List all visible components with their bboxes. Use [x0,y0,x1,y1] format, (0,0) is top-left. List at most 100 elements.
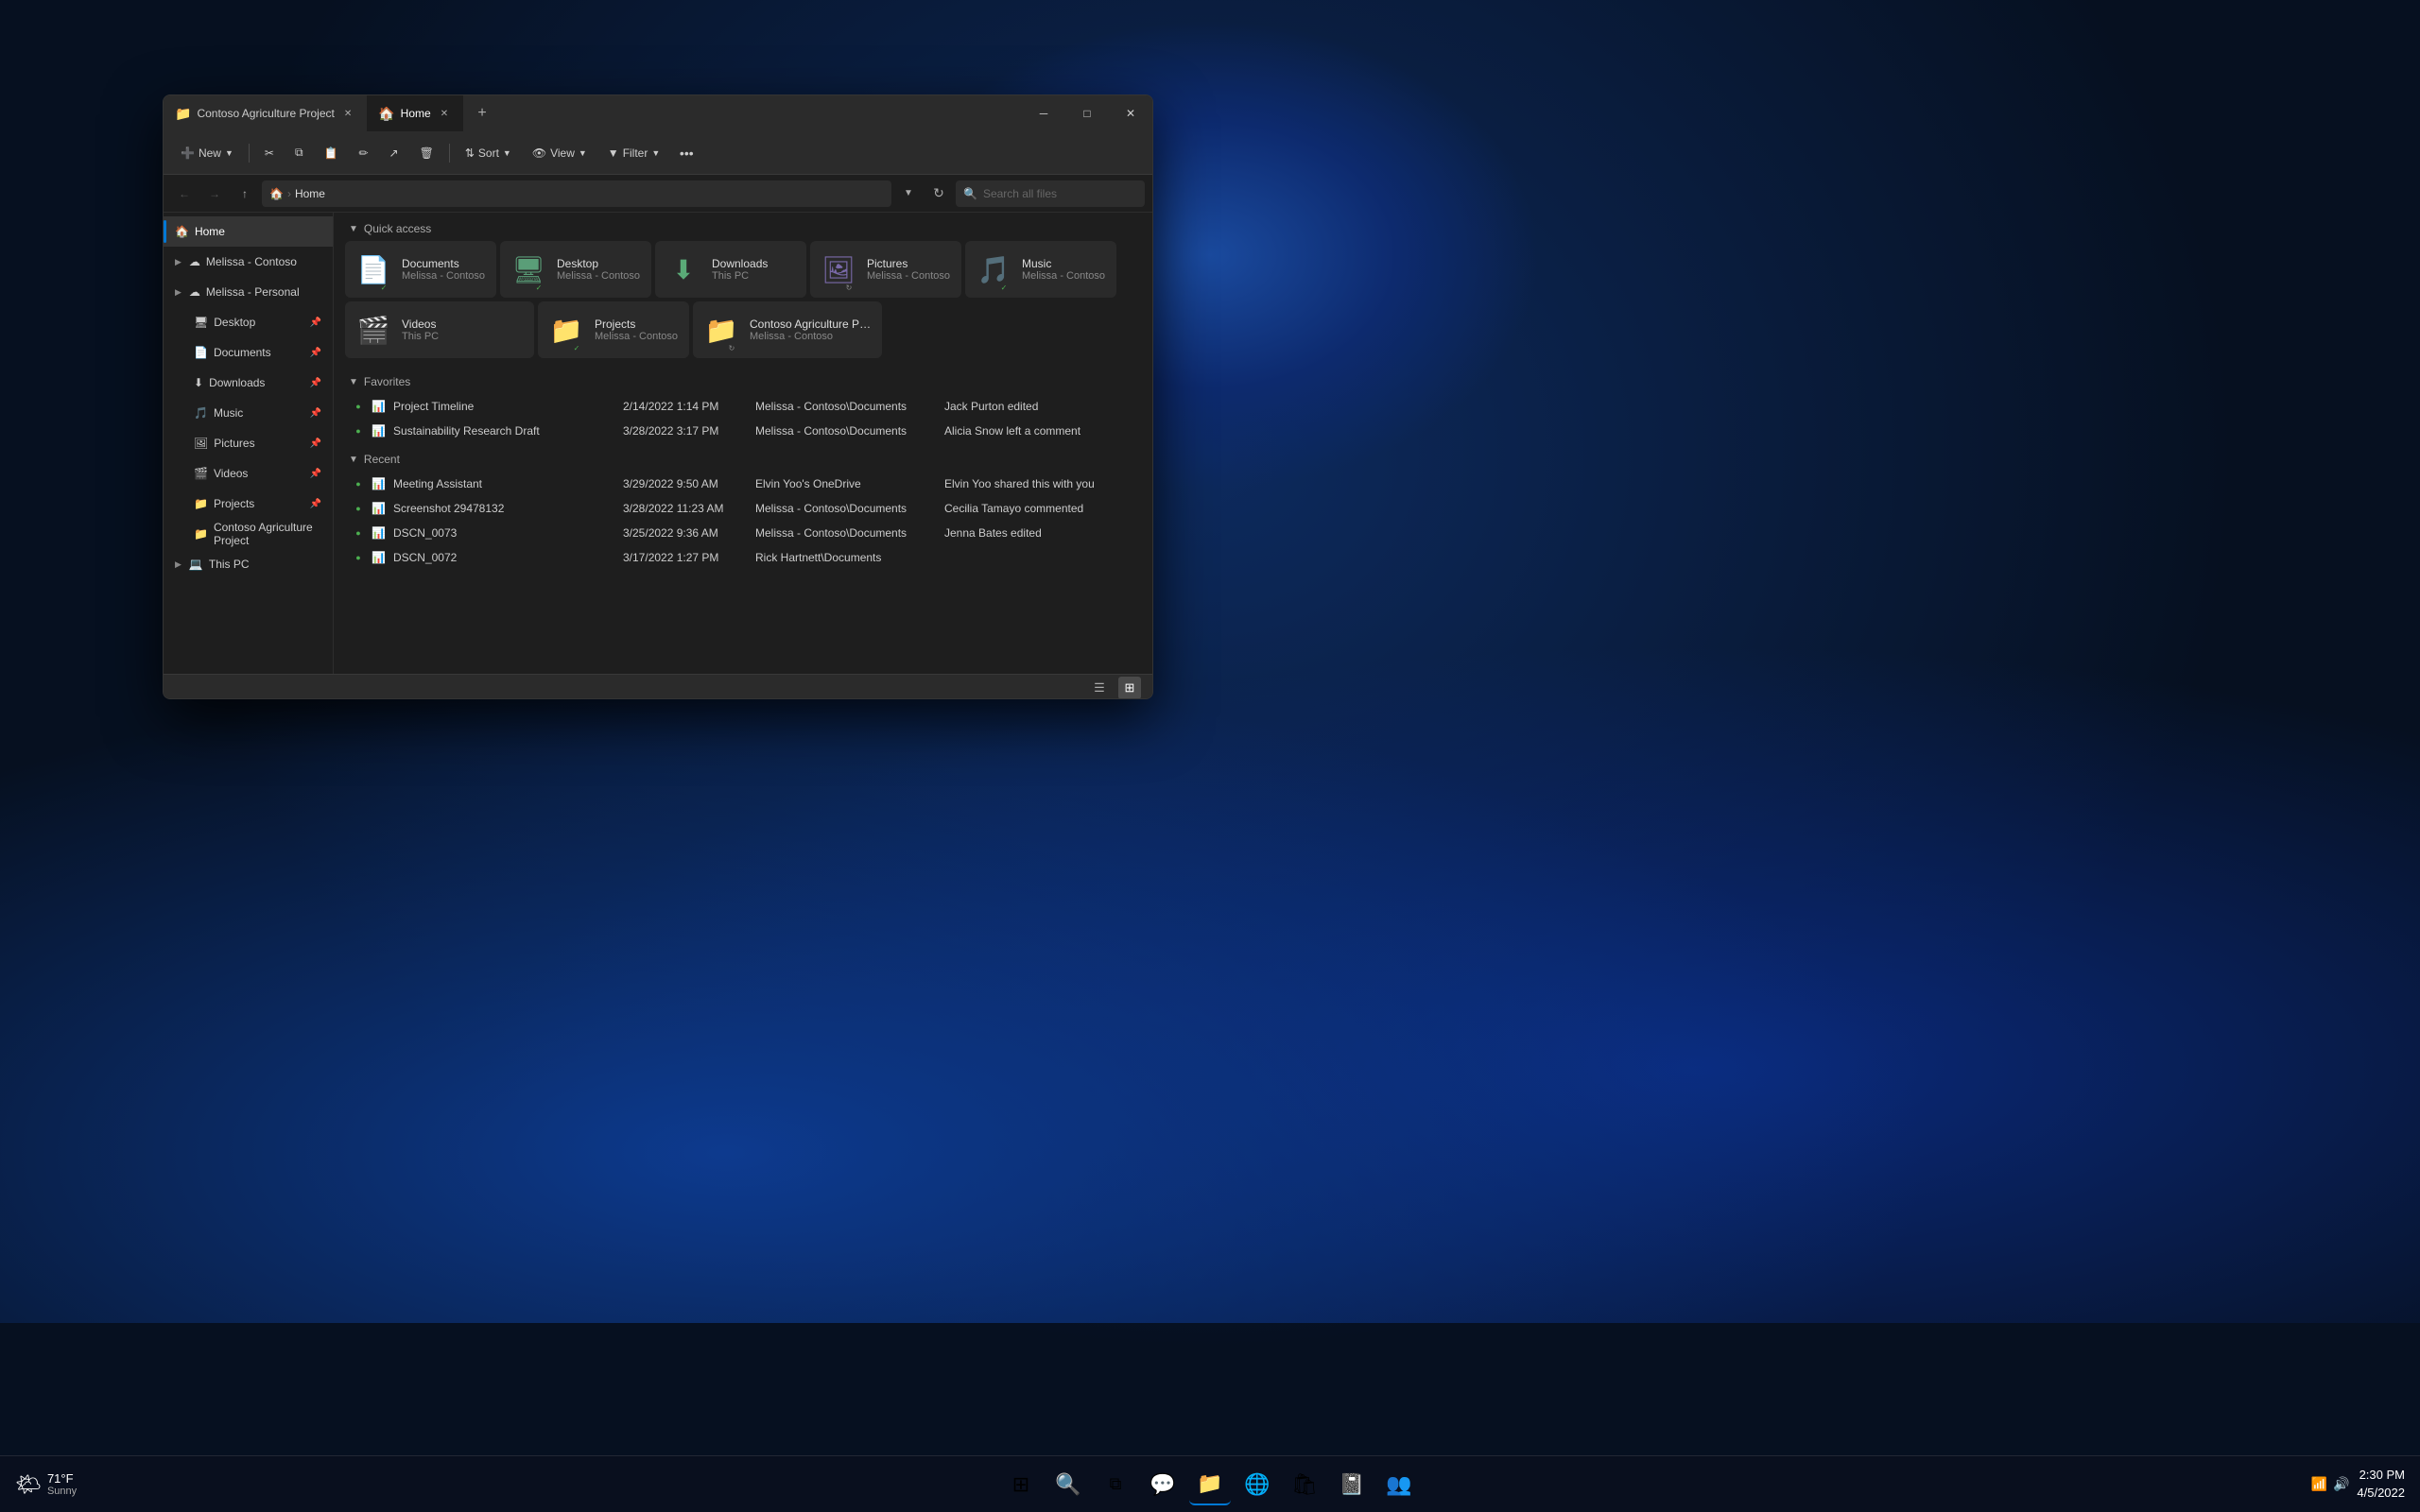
recent-row-2[interactable]: ● 📊 Screenshot 29478132 3/28/2022 11:23 … [345,496,1141,521]
recent-3-location: Melissa - Contoso\Documents [755,526,944,540]
taskbar: 🌤 71°F Sunny ⊞ 🔍 ⧉ 💬 📁 🌐 🛍 📓 👥 📶 🔊 2:30 … [0,1455,2420,1512]
rename-button[interactable]: ✏ [349,138,377,168]
tab-home-close[interactable]: ✕ [437,107,452,121]
explorer-taskbar-button[interactable]: 📁 [1189,1464,1231,1505]
sidebar-item-melissa-personal[interactable]: ▶ ☁ Melissa - Personal [164,277,333,307]
quick-access-grid: 📄 Documents Melissa - Contoso ✓ 🖥 Deskto… [345,241,1141,366]
share-button[interactable]: ↗ [380,138,408,168]
new-icon: ➕ [181,146,195,160]
quick-downloads-sub: This PC [712,270,768,282]
forward-button[interactable]: → [201,180,228,207]
desktop-folder-icon: 🖥 [510,252,547,286]
store-taskbar-button[interactable]: 🛍 [1284,1464,1325,1505]
contoso-folder-icon: 📁 [194,527,208,541]
pin-icon: 📌 [310,318,321,328]
maximize-button[interactable]: □ [1065,95,1109,131]
start-button[interactable]: ⊞ [1000,1464,1042,1505]
tab-contoso-close[interactable]: ✕ [340,107,355,121]
favorite-row-2[interactable]: ● 📊 Sustainability Research Draft 3/28/2… [345,419,1141,443]
sync-dot-rec3: ● [353,527,364,539]
search-box[interactable]: 🔍 Search all files [956,180,1145,207]
tab-contoso[interactable]: 📁 Contoso Agriculture Project ✕ [164,95,367,131]
sidebar-item-music[interactable]: 🎵 Music 📌 [164,398,333,428]
favorites-header[interactable]: ▼ Favorites [345,366,1141,394]
quick-item-documents[interactable]: 📄 Documents Melissa - Contoso ✓ [345,241,496,298]
teams-taskbar-button[interactable]: 👥 [1378,1464,1420,1505]
recent-4-name-cell: ● 📊 DSCN_0072 [353,551,623,564]
new-tab-button[interactable]: + [467,98,497,129]
quick-item-videos[interactable]: 🎬 Videos This PC [345,301,534,358]
paste-button[interactable]: 📋 [315,138,348,168]
sort-button[interactable]: ⇅ Sort ▼ [456,138,521,168]
quick-item-music[interactable]: 🎵 Music Melissa - Contoso ✓ [965,241,1116,298]
recent-header[interactable]: ▼ Recent [345,443,1141,472]
sidebar-item-home[interactable]: 🏠 Home [164,216,333,247]
sidebar-item-documents[interactable]: 📄 Documents 📌 [164,337,333,368]
quick-item-downloads[interactable]: ⬇ Downloads This PC [655,241,806,298]
copy-button[interactable]: ⧉ [285,138,313,168]
quick-access-header[interactable]: ▼ Quick access [345,213,1141,241]
quick-item-pictures[interactable]: 🖼 Pictures Melissa - Contoso ↻ [810,241,961,298]
back-button[interactable]: ← [171,180,198,207]
quick-item-contoso-ag[interactable]: 📁 Contoso Agriculture Project Melissa - … [693,301,882,358]
sidebar-item-contoso-ag[interactable]: 📁 Contoso Agriculture Project [164,519,333,549]
tab-home[interactable]: 🏠 Home ✕ [367,95,463,131]
taskbar-right: 📶 🔊 2:30 PM 4/5/2022 [2311,1467,2405,1501]
close-button[interactable]: ✕ [1109,95,1152,131]
onenote-taskbar-button[interactable]: 📓 [1331,1464,1373,1505]
new-chevron-icon: ▼ [225,148,233,158]
more-options-button[interactable]: ••• [671,138,701,168]
list-view-button[interactable]: ☰ [1088,677,1111,699]
cloud-icon-2: ☁ [189,285,200,299]
recent-1-name-cell: ● 📊 Meeting Assistant [353,477,623,490]
sidebar-item-videos[interactable]: 🎬 Videos 📌 [164,458,333,489]
new-button[interactable]: ➕ New ▼ [171,138,243,168]
recent-row-3[interactable]: ● 📊 DSCN_0073 3/25/2022 9:36 AM Melissa … [345,521,1141,545]
documents-folder-icon: 📄 [354,252,392,286]
sidebar-item-downloads[interactable]: ⬇ Downloads 📌 [164,368,333,398]
toolbar-divider-1 [249,144,250,163]
recent-row-1[interactable]: ● 📊 Meeting Assistant 3/29/2022 9:50 AM … [345,472,1141,496]
recent-2-activity: Cecilia Tamayo commented [944,502,1133,515]
sidebar-item-melissa-contoso[interactable]: ▶ ☁ Melissa - Contoso [164,247,333,277]
documents-icon: 📄 [194,346,208,359]
sidebar-item-pictures[interactable]: 🖼 Pictures 📌 [164,428,333,458]
recent-row-4[interactable]: ● 📊 DSCN_0072 3/17/2022 1:27 PM Rick Har… [345,545,1141,570]
favorite-row-1[interactable]: ● 📊 Project Timeline 2/14/2022 1:14 PM M… [345,394,1141,419]
chat-taskbar-button[interactable]: 💬 [1142,1464,1184,1505]
share-icon: ↗ [389,146,399,160]
sidebar-item-projects[interactable]: 📁 Projects 📌 [164,489,333,519]
search-taskbar-button[interactable]: 🔍 [1047,1464,1089,1505]
status-bar: ☰ ⊞ [164,674,1152,699]
delete-button[interactable]: 🗑 [410,138,443,168]
grid-view-button[interactable]: ⊞ [1118,677,1141,699]
pc-icon: 💻 [189,558,203,571]
filter-button[interactable]: ▼ Filter ▼ [598,138,669,168]
system-icons: 📶 🔊 [2311,1476,2350,1492]
sync-indicator-pictures: ↻ [844,283,854,292]
sync-dot-rec1: ● [353,478,364,490]
recent-3-name: DSCN_0073 [393,526,457,540]
quick-contoso-ag-sub: Melissa - Contoso [750,331,873,342]
address-dropdown-icon[interactable]: ▼ [895,180,922,207]
up-button[interactable]: ↑ [232,180,258,207]
sync-dot-fav2: ● [353,425,364,437]
music-icon: 🎵 [194,406,208,420]
cut-button[interactable]: ✂ [255,138,284,168]
quick-item-projects[interactable]: 📁 Projects Melissa - Contoso ✓ [538,301,689,358]
tab-folder-icon: 📁 [175,106,191,122]
sidebar-item-desktop[interactable]: 🖥 Desktop 📌 [164,307,333,337]
refresh-button[interactable]: ↻ [925,180,952,207]
minimize-button[interactable]: ─ [1022,95,1065,131]
task-view-button[interactable]: ⧉ [1095,1464,1136,1505]
favorite-2-date: 3/28/2022 3:17 PM [623,424,755,438]
breadcrumb[interactable]: 🏠 › Home [262,180,891,207]
view-button[interactable]: 👁 View ▼ [523,138,596,168]
taskbar-clock[interactable]: 2:30 PM 4/5/2022 [2357,1467,2405,1501]
sidebar-videos-label: Videos [214,467,248,480]
quick-item-videos-info: Videos This PC [402,318,439,342]
quick-item-desktop[interactable]: 🖥 Desktop Melissa - Contoso ✓ [500,241,651,298]
sidebar-item-this-pc[interactable]: ▶ 💻 This PC [164,549,333,579]
view-icon: 👁 [532,146,546,160]
edge-taskbar-button[interactable]: 🌐 [1236,1464,1278,1505]
